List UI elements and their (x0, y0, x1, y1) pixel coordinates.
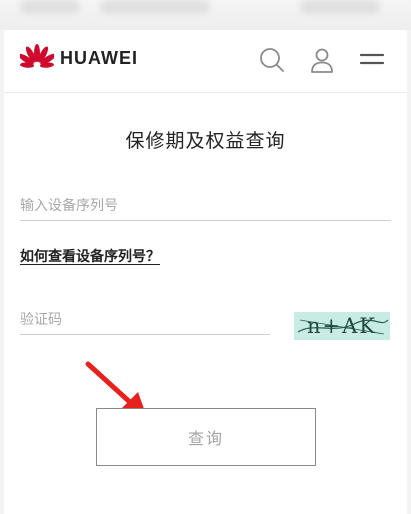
menu-icon (359, 53, 385, 65)
query-card: HUAWEI 保修期及权益查询 如何查看设备序列号？ (4, 30, 407, 514)
submit-button[interactable]: 查询 (96, 408, 316, 466)
brand-name: HUAWEI (60, 47, 138, 68)
user-icon (311, 48, 333, 73)
search-icon (260, 48, 284, 72)
captcha-text: n+AK (307, 314, 377, 338)
menu-button[interactable] (358, 46, 386, 74)
serial-number-input[interactable] (20, 198, 391, 221)
huawei-flower-icon (20, 44, 54, 68)
brand-logo[interactable]: HUAWEI (20, 44, 138, 72)
serial-help-link[interactable]: 如何查看设备序列号？ (20, 246, 160, 266)
site-header: HUAWEI (4, 30, 407, 93)
captcha-input[interactable] (20, 312, 270, 335)
account-button[interactable] (308, 46, 336, 74)
status-bar-blur (0, 0, 411, 30)
page-title: 保修期及权益查询 (125, 130, 286, 152)
captcha-image[interactable]: n+AK (294, 312, 390, 340)
search-button[interactable] (258, 46, 286, 74)
